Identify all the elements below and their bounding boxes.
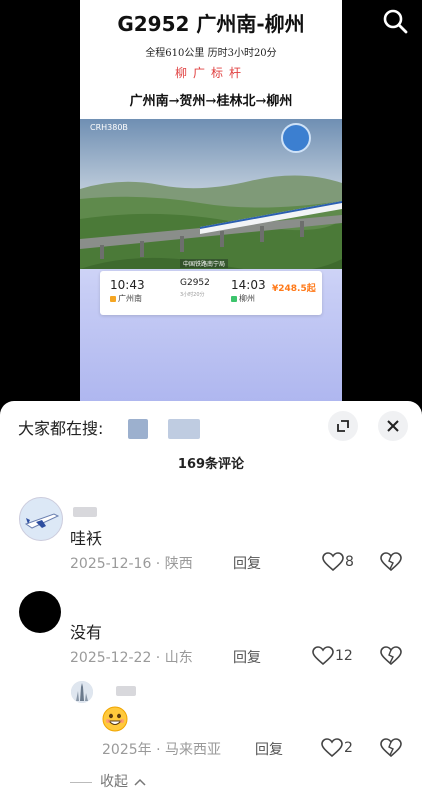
video-player[interactable]: G2952 广州南-柳州 全程610公里 历时3小时20分 柳广标杆 广州南→贺… <box>0 0 422 405</box>
heart-icon <box>321 738 343 758</box>
close-icon <box>387 420 399 432</box>
train-number: G2952 <box>180 278 210 288</box>
origin-dot-icon <box>110 295 116 302</box>
search-button[interactable] <box>382 8 408 34</box>
ticket-price: ¥248.5起 <box>272 284 316 294</box>
tower-avatar-image <box>71 681 93 703</box>
like-count: 12 <box>335 648 353 664</box>
like-count: 2 <box>344 740 353 756</box>
smiling-face-emoji <box>102 706 128 732</box>
route-tagline: 柳广标杆 <box>174 66 247 80</box>
dislike-button[interactable] <box>380 552 402 576</box>
trending-search-chip[interactable] <box>128 419 148 439</box>
like-button[interactable] <box>322 552 344 576</box>
arrival-station: 柳州 <box>231 293 255 304</box>
chevron-up-icon <box>134 778 146 786</box>
close-button[interactable] <box>378 411 408 441</box>
airplane-avatar-image <box>24 513 60 529</box>
route-poster: G2952 广州南-柳州 全程610公里 历时3小时20分 柳广标杆 广州南→贺… <box>80 0 342 405</box>
collapse-label: 收起 <box>100 774 128 790</box>
dislike-button[interactable] <box>380 646 402 670</box>
departure-station-label: 广州南 <box>118 294 142 303</box>
collapse-replies-button[interactable]: 收起 <box>70 771 146 791</box>
reply-button[interactable]: 回复 <box>233 647 261 667</box>
search-icon <box>383 9 408 34</box>
avatar[interactable] <box>71 681 93 703</box>
divider <box>70 781 92 783</box>
comment-sheet: 大家都在搜: 169条评论 哇袄 2025-12-16 · 陕西 回复 8 没有… <box>0 401 422 800</box>
departure-station: 广州南 <box>110 293 142 304</box>
ticket-card: 10:43 广州南 G2952 3小时20分 14:03 柳州 ¥248.5起 <box>100 271 322 315</box>
avatar[interactable] <box>19 497 63 541</box>
reply-meta: 2025年 · 马来西亚 <box>102 742 221 758</box>
comment-count-title: 169条评论 <box>177 457 245 472</box>
departure-time: 10:43 <box>110 278 145 292</box>
expand-icon <box>337 420 349 432</box>
heart-icon <box>322 552 344 572</box>
username-redacted[interactable] <box>116 686 136 696</box>
comment-meta: 2025-12-22 · 山东 <box>70 650 193 666</box>
like-count: 8 <box>345 554 354 570</box>
heart-icon <box>312 646 334 666</box>
route-subtitle: 全程610公里 历时3小时20分 <box>145 48 277 59</box>
dislike-button[interactable] <box>380 738 402 762</box>
avatar[interactable] <box>19 591 61 633</box>
like-button[interactable] <box>321 738 343 762</box>
like-button[interactable] <box>312 646 334 670</box>
arrival-station-label: 柳州 <box>239 294 255 303</box>
reply-button[interactable]: 回复 <box>233 553 261 573</box>
arrival-time: 14:03 <box>231 278 266 292</box>
photo-caption: 中国铁路南宁局 <box>180 259 229 268</box>
reply-button[interactable]: 回复 <box>255 739 283 759</box>
train-photo: CRH380B 中国铁路南宁局 <box>80 119 342 269</box>
broken-heart-icon <box>380 552 402 572</box>
comment-text: 没有 <box>70 623 103 642</box>
expand-button[interactable] <box>328 411 358 441</box>
train-duration: 3小时20分 <box>180 292 205 298</box>
comment-meta: 2025-12-16 · 陕西 <box>70 556 193 572</box>
route-stations: 广州南→贺州→桂林北→柳州 <box>129 94 293 109</box>
route-title: G2952 广州南-柳州 <box>117 12 305 36</box>
trending-search-chip[interactable] <box>168 419 200 439</box>
username-redacted[interactable] <box>73 507 97 517</box>
train-model-label: CRH380B <box>90 123 128 132</box>
broken-heart-icon <box>380 646 402 666</box>
railway-logo-icon <box>281 123 311 153</box>
broken-heart-icon <box>380 738 402 758</box>
destination-dot-icon <box>231 295 237 302</box>
comment-text: 哇袄 <box>70 529 103 548</box>
trending-search-label: 大家都在搜: <box>18 419 104 438</box>
smiling-face-icon <box>102 706 128 732</box>
